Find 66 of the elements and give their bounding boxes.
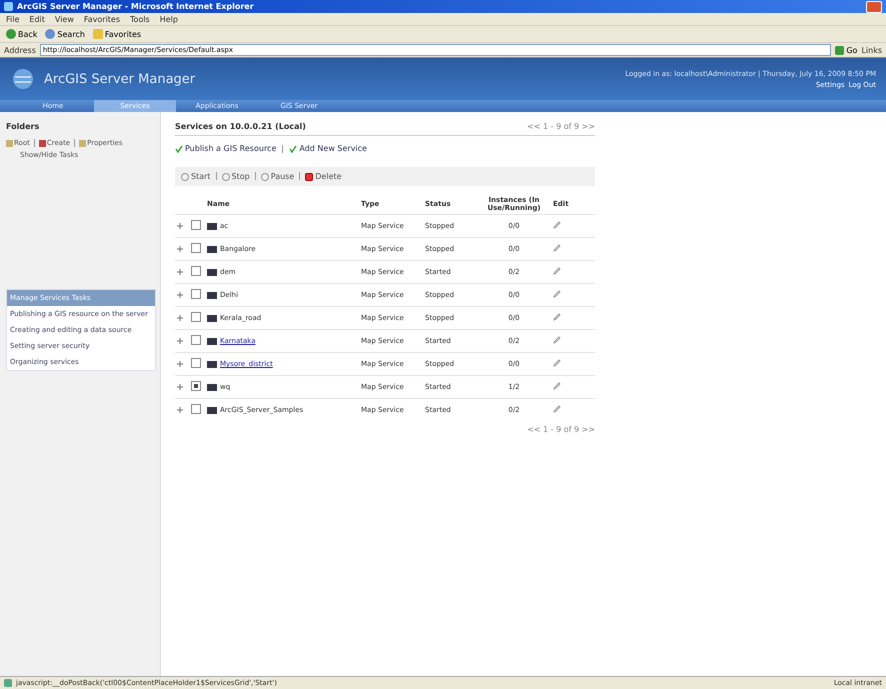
toolbar-button[interactable]: Favorites xyxy=(92,29,142,39)
expand-icon[interactable] xyxy=(177,246,183,252)
pager[interactable]: << 1 - 9 of 9 >> xyxy=(527,122,595,131)
folders-title: Folders xyxy=(6,122,40,131)
expand-icon[interactable] xyxy=(177,223,183,229)
check-icon xyxy=(289,144,298,152)
row-checkbox[interactable] xyxy=(191,312,201,322)
map-icon xyxy=(207,246,217,252)
go-button[interactable]: Go xyxy=(835,46,858,54)
page-icon xyxy=(4,679,12,687)
row-checkbox[interactable] xyxy=(191,266,201,276)
window-title: ArcGIS Server Manager - Microsoft Internet Explorer xyxy=(17,2,254,11)
row-checkbox[interactable] xyxy=(191,381,201,391)
pencil-icon[interactable] xyxy=(553,382,561,390)
expand-icon[interactable] xyxy=(177,338,183,344)
pencil-icon[interactable] xyxy=(553,267,561,275)
pencil-icon[interactable] xyxy=(553,336,561,344)
action-button[interactable]: Pause xyxy=(260,172,294,181)
row-checkbox[interactable] xyxy=(191,358,201,368)
pencil-icon[interactable] xyxy=(553,359,561,367)
action-link[interactable]: Add New Service xyxy=(289,144,367,153)
map-icon xyxy=(207,292,217,298)
menu-item[interactable]: File xyxy=(6,14,20,24)
map-icon xyxy=(207,222,217,230)
row-checkbox[interactable] xyxy=(191,404,201,414)
menu-item[interactable]: Edit xyxy=(29,14,45,24)
menu-item[interactable]: Favorites xyxy=(84,14,120,24)
expand-icon[interactable] xyxy=(177,315,183,321)
menu-item[interactable]: Help xyxy=(160,14,178,24)
menu-item[interactable]: Tools xyxy=(130,14,150,24)
browser-icon xyxy=(4,2,13,11)
map-icon xyxy=(207,360,217,368)
pencil-icon[interactable] xyxy=(553,313,561,321)
map-icon xyxy=(207,384,217,390)
close-button[interactable] xyxy=(866,0,882,12)
globe-logo-icon xyxy=(10,68,36,90)
menu-item[interactable]: View xyxy=(54,14,74,24)
map-icon xyxy=(207,268,217,276)
expand-icon[interactable] xyxy=(177,269,183,275)
pencil-icon[interactable] xyxy=(553,405,561,413)
action-button[interactable]: Delete xyxy=(305,172,342,181)
services-heading: Services on 10.0.0.21 (Local) xyxy=(175,122,306,131)
expand-icon[interactable] xyxy=(177,407,183,413)
pencil-icon[interactable] xyxy=(553,221,561,229)
row-checkbox[interactable] xyxy=(191,243,201,253)
pager[interactable]: << 1 - 9 of 9 >> xyxy=(527,425,595,434)
app-title: ArcGIS Server Manager xyxy=(44,72,196,86)
check-icon xyxy=(175,144,183,152)
row-checkbox[interactable] xyxy=(191,335,201,345)
row-checkbox[interactable] xyxy=(191,220,201,230)
row-checkbox[interactable] xyxy=(191,289,201,299)
toolbar-button[interactable]: Back xyxy=(6,29,38,39)
expand-icon[interactable] xyxy=(177,361,183,367)
action-button[interactable]: Start xyxy=(181,172,211,181)
expand-icon[interactable] xyxy=(177,384,183,390)
map-icon xyxy=(207,314,217,322)
links-label[interactable]: Links xyxy=(861,46,882,54)
map-icon xyxy=(207,406,217,414)
pencil-icon[interactable] xyxy=(553,244,561,252)
action-link[interactable]: Publish a GIS Resource xyxy=(175,144,276,153)
map-icon xyxy=(207,338,217,344)
expand-icon[interactable] xyxy=(177,292,183,298)
action-button[interactable]: Stop xyxy=(222,172,250,181)
pencil-icon[interactable] xyxy=(553,290,561,298)
address-label: Address xyxy=(4,46,36,54)
toolbar-button[interactable]: Search xyxy=(45,29,85,39)
